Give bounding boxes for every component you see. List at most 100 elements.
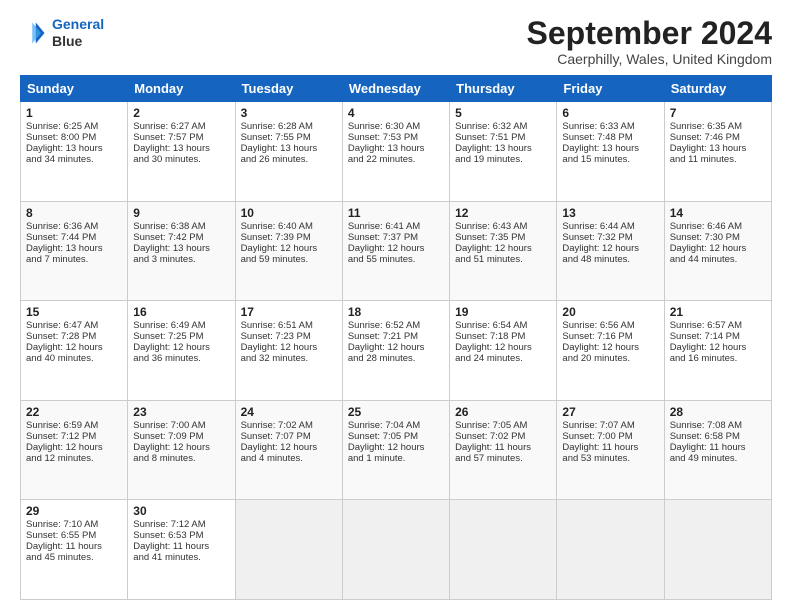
day-info-line: Sunset: 7:55 PM: [241, 132, 337, 143]
day-info-line: Sunrise: 6:56 AM: [562, 320, 658, 331]
day-info-line: Sunset: 7:14 PM: [670, 331, 766, 342]
day-info-line: Sunset: 7:09 PM: [133, 431, 229, 442]
day-number: 19: [455, 305, 551, 319]
day-info-line: and 55 minutes.: [348, 254, 444, 265]
day-number: 22: [26, 405, 122, 419]
day-info-line: Sunrise: 6:57 AM: [670, 320, 766, 331]
table-row: 5Sunrise: 6:32 AMSunset: 7:51 PMDaylight…: [450, 102, 557, 202]
month-title: September 2024: [527, 16, 772, 51]
day-info-line: Sunrise: 7:02 AM: [241, 420, 337, 431]
day-info-line: Sunrise: 7:05 AM: [455, 420, 551, 431]
table-row: 23Sunrise: 7:00 AMSunset: 7:09 PMDayligh…: [128, 400, 235, 500]
table-row: 22Sunrise: 6:59 AMSunset: 7:12 PMDayligh…: [21, 400, 128, 500]
day-info-line: Sunrise: 6:51 AM: [241, 320, 337, 331]
day-number: 2: [133, 106, 229, 120]
table-row: [235, 500, 342, 600]
day-info-line: and 49 minutes.: [670, 453, 766, 464]
day-info-line: Sunrise: 7:07 AM: [562, 420, 658, 431]
day-info-line: Daylight: 11 hours: [133, 541, 229, 552]
day-info-line: Sunset: 7:30 PM: [670, 232, 766, 243]
day-number: 15: [26, 305, 122, 319]
day-info-line: Sunrise: 6:54 AM: [455, 320, 551, 331]
day-info-line: Sunset: 6:58 PM: [670, 431, 766, 442]
day-number: 20: [562, 305, 658, 319]
table-row: 12Sunrise: 6:43 AMSunset: 7:35 PMDayligh…: [450, 201, 557, 301]
day-info-line: and 12 minutes.: [26, 453, 122, 464]
day-info-line: Sunset: 7:28 PM: [26, 331, 122, 342]
day-number: 23: [133, 405, 229, 419]
day-number: 13: [562, 206, 658, 220]
table-row: [557, 500, 664, 600]
day-info-line: Daylight: 13 hours: [26, 143, 122, 154]
day-info-line: and 40 minutes.: [26, 353, 122, 364]
calendar-week-row: 22Sunrise: 6:59 AMSunset: 7:12 PMDayligh…: [21, 400, 772, 500]
table-row: 19Sunrise: 6:54 AMSunset: 7:18 PMDayligh…: [450, 301, 557, 401]
day-info-line: Daylight: 13 hours: [455, 143, 551, 154]
day-info-line: Sunrise: 7:04 AM: [348, 420, 444, 431]
day-info-line: and 24 minutes.: [455, 353, 551, 364]
day-number: 17: [241, 305, 337, 319]
day-info-line: and 45 minutes.: [26, 552, 122, 563]
table-row: 1Sunrise: 6:25 AMSunset: 8:00 PMDaylight…: [21, 102, 128, 202]
table-row: 2Sunrise: 6:27 AMSunset: 7:57 PMDaylight…: [128, 102, 235, 202]
day-info-line: Daylight: 12 hours: [26, 342, 122, 353]
day-info-line: Sunset: 7:53 PM: [348, 132, 444, 143]
day-info-line: Sunrise: 6:44 AM: [562, 221, 658, 232]
day-info-line: Sunset: 7:57 PM: [133, 132, 229, 143]
table-row: 17Sunrise: 6:51 AMSunset: 7:23 PMDayligh…: [235, 301, 342, 401]
day-info-line: Sunrise: 6:43 AM: [455, 221, 551, 232]
day-info-line: and 48 minutes.: [562, 254, 658, 265]
day-info-line: Sunset: 7:16 PM: [562, 331, 658, 342]
day-info-line: Sunrise: 6:52 AM: [348, 320, 444, 331]
day-info-line: Sunrise: 6:41 AM: [348, 221, 444, 232]
table-row: 13Sunrise: 6:44 AMSunset: 7:32 PMDayligh…: [557, 201, 664, 301]
day-info-line: and 57 minutes.: [455, 453, 551, 464]
day-number: 27: [562, 405, 658, 419]
title-block: September 2024 Caerphilly, Wales, United…: [527, 16, 772, 67]
day-info-line: Daylight: 11 hours: [670, 442, 766, 453]
table-row: 15Sunrise: 6:47 AMSunset: 7:28 PMDayligh…: [21, 301, 128, 401]
day-info-line: and 30 minutes.: [133, 154, 229, 165]
day-info-line: Daylight: 13 hours: [348, 143, 444, 154]
table-row: 21Sunrise: 6:57 AMSunset: 7:14 PMDayligh…: [664, 301, 771, 401]
day-number: 4: [348, 106, 444, 120]
day-info-line: Sunrise: 6:32 AM: [455, 121, 551, 132]
col-friday: Friday: [557, 76, 664, 102]
day-number: 30: [133, 504, 229, 518]
calendar-week-row: 15Sunrise: 6:47 AMSunset: 7:28 PMDayligh…: [21, 301, 772, 401]
table-row: 11Sunrise: 6:41 AMSunset: 7:37 PMDayligh…: [342, 201, 449, 301]
day-info-line: and 3 minutes.: [133, 254, 229, 265]
day-info-line: Sunset: 7:18 PM: [455, 331, 551, 342]
day-number: 7: [670, 106, 766, 120]
day-info-line: Sunset: 7:48 PM: [562, 132, 658, 143]
col-saturday: Saturday: [664, 76, 771, 102]
day-info-line: Sunset: 6:53 PM: [133, 530, 229, 541]
col-monday: Monday: [128, 76, 235, 102]
day-info-line: Sunset: 7:44 PM: [26, 232, 122, 243]
day-info-line: and 1 minute.: [348, 453, 444, 464]
calendar-week-row: 8Sunrise: 6:36 AMSunset: 7:44 PMDaylight…: [21, 201, 772, 301]
day-number: 8: [26, 206, 122, 220]
table-row: 25Sunrise: 7:04 AMSunset: 7:05 PMDayligh…: [342, 400, 449, 500]
table-row: 10Sunrise: 6:40 AMSunset: 7:39 PMDayligh…: [235, 201, 342, 301]
day-number: 1: [26, 106, 122, 120]
day-info-line: Daylight: 11 hours: [26, 541, 122, 552]
table-row: 14Sunrise: 6:46 AMSunset: 7:30 PMDayligh…: [664, 201, 771, 301]
day-info-line: Sunrise: 7:00 AM: [133, 420, 229, 431]
col-tuesday: Tuesday: [235, 76, 342, 102]
day-info-line: Sunset: 7:05 PM: [348, 431, 444, 442]
header: General Blue September 2024 Caerphilly, …: [20, 16, 772, 67]
calendar: Sunday Monday Tuesday Wednesday Thursday…: [20, 75, 772, 600]
logo-icon: [20, 19, 48, 47]
day-info-line: Sunrise: 6:59 AM: [26, 420, 122, 431]
table-row: 6Sunrise: 6:33 AMSunset: 7:48 PMDaylight…: [557, 102, 664, 202]
day-info-line: and 16 minutes.: [670, 353, 766, 364]
day-number: 11: [348, 206, 444, 220]
day-info-line: Daylight: 13 hours: [562, 143, 658, 154]
day-info-line: Sunrise: 6:38 AM: [133, 221, 229, 232]
logo: General Blue: [20, 16, 104, 50]
day-info-line: Sunrise: 6:25 AM: [26, 121, 122, 132]
day-info-line: and 19 minutes.: [455, 154, 551, 165]
table-row: 29Sunrise: 7:10 AMSunset: 6:55 PMDayligh…: [21, 500, 128, 600]
day-info-line: Daylight: 13 hours: [133, 143, 229, 154]
